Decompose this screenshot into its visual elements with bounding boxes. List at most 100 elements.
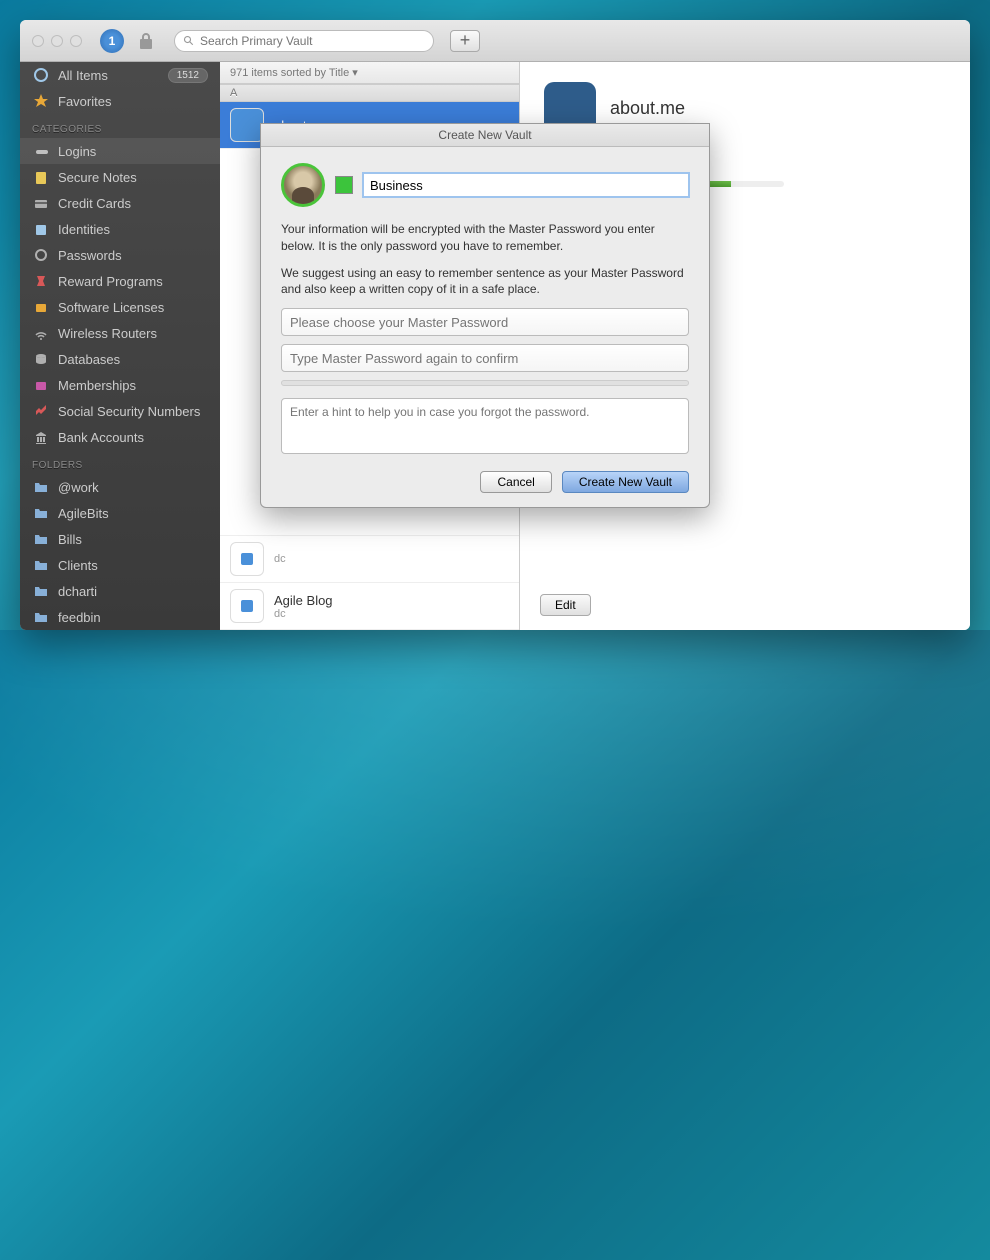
folder-icon: [32, 504, 50, 522]
pw-icon: [32, 246, 50, 264]
sidebar-label: @work: [58, 480, 208, 495]
note-icon: [32, 168, 50, 186]
sidebar-label: Software Licenses: [58, 300, 208, 315]
member-icon: [32, 376, 50, 394]
sidebar-item-all[interactable]: All Items 1512: [20, 62, 220, 88]
password-hint-input[interactable]: [281, 398, 689, 454]
sidebar-item-favorites[interactable]: Favorites: [20, 88, 220, 114]
dialog-text: Your information will be encrypted with …: [281, 221, 689, 255]
vault-avatar[interactable]: [281, 163, 325, 207]
db-icon: [32, 350, 50, 368]
minimize-dot[interactable]: [51, 35, 63, 47]
sidebar-item-software-licenses[interactable]: Software Licenses: [20, 294, 220, 320]
sidebar-folder-bills[interactable]: Bills: [20, 526, 220, 552]
vault-name-input[interactable]: [363, 173, 689, 197]
sidebar-label: Bank Accounts: [58, 430, 208, 445]
titlebar: 1 +: [20, 20, 970, 62]
detail-title: about.me: [610, 98, 685, 119]
confirm-password-input[interactable]: [281, 344, 689, 372]
sidebar-item-reward-programs[interactable]: Reward Programs: [20, 268, 220, 294]
folder-icon: [32, 478, 50, 496]
sidebar-item-bank-accounts[interactable]: Bank Accounts: [20, 424, 220, 450]
search-box[interactable]: [174, 30, 434, 52]
item-sub: dc: [274, 608, 509, 620]
zoom-dot[interactable]: [70, 35, 82, 47]
sidebar-item-logins[interactable]: Logins: [20, 138, 220, 164]
count-badge: 1512: [168, 68, 208, 83]
sidebar-label: Reward Programs: [58, 274, 208, 289]
app-icon: 1: [100, 29, 124, 53]
sidebar-label: Passwords: [58, 248, 208, 263]
sidebar-item-secure-notes[interactable]: Secure Notes: [20, 164, 220, 190]
sidebar-label: Social Security Numbers: [58, 404, 208, 419]
key-icon: [32, 142, 50, 160]
traffic-lights: [32, 35, 82, 47]
sidebar-label: Memberships: [58, 378, 208, 393]
sidebar-label: Credit Cards: [58, 196, 208, 211]
create-vault-button[interactable]: Create New Vault: [562, 471, 689, 493]
categories-header: CATEGORIES: [20, 114, 220, 138]
reward-icon: [32, 272, 50, 290]
app-window: 1 + All Items 1512 Favorites CATEGORIES …: [20, 20, 970, 630]
vault-color-picker[interactable]: [335, 176, 353, 194]
sidebar-item-databases[interactable]: Databases: [20, 346, 220, 372]
search-input[interactable]: [200, 34, 425, 48]
ssn-icon: [32, 402, 50, 420]
password-strength-meter: [281, 380, 689, 386]
id-icon: [32, 220, 50, 238]
sidebar-label: AgileBits: [58, 506, 208, 521]
edit-button[interactable]: Edit: [540, 594, 591, 616]
close-dot[interactable]: [32, 35, 44, 47]
star-icon: [32, 92, 50, 110]
list-item[interactable]: dc: [220, 535, 519, 583]
sidebar-folder-feedbin[interactable]: feedbin: [20, 604, 220, 630]
sidebar-item-identities[interactable]: Identities: [20, 216, 220, 242]
wifi-icon: [32, 324, 50, 342]
lock-icon[interactable]: [138, 32, 154, 50]
dialog-title: Create New Vault: [261, 124, 709, 147]
cancel-button[interactable]: Cancel: [480, 471, 551, 493]
sidebar-label: Wireless Routers: [58, 326, 208, 341]
item-icon: [230, 589, 264, 623]
item-icon: [230, 542, 264, 576]
sidebar-folder-agilebits[interactable]: AgileBits: [20, 500, 220, 526]
list-item[interactable]: Agile Blog dc: [220, 583, 519, 630]
folder-icon: [32, 530, 50, 548]
license-icon: [32, 298, 50, 316]
all-items-icon: [32, 66, 50, 84]
create-vault-dialog: Create New Vault Your information will b…: [260, 123, 710, 508]
item-title: Agile Blog: [274, 593, 509, 608]
sidebar-label: dcharti: [58, 584, 208, 599]
sidebar-label: Logins: [58, 144, 208, 159]
sidebar-label: Favorites: [58, 94, 208, 109]
sidebar: All Items 1512 Favorites CATEGORIES Logi…: [20, 62, 220, 630]
sidebar-label: All Items: [58, 68, 160, 83]
sidebar-item-memberships[interactable]: Memberships: [20, 372, 220, 398]
sidebar-label: Secure Notes: [58, 170, 208, 185]
add-button[interactable]: +: [450, 30, 480, 52]
sidebar-item-social-security-numbers[interactable]: Social Security Numbers: [20, 398, 220, 424]
sidebar-label: feedbin: [58, 610, 208, 625]
card-icon: [32, 194, 50, 212]
sidebar-item-passwords[interactable]: Passwords: [20, 242, 220, 268]
sidebar-label: Bills: [58, 532, 208, 547]
folder-icon: [32, 608, 50, 626]
sidebar-folder-dcharti[interactable]: dcharti: [20, 578, 220, 604]
section-letter: A: [220, 84, 519, 102]
sidebar-label: Clients: [58, 558, 208, 573]
sidebar-folder-clients[interactable]: Clients: [20, 552, 220, 578]
bank-icon: [32, 428, 50, 446]
sidebar-item-credit-cards[interactable]: Credit Cards: [20, 190, 220, 216]
item-icon: [230, 108, 264, 142]
dialog-text: We suggest using an easy to remember sen…: [281, 265, 689, 299]
sidebar-label: Identities: [58, 222, 208, 237]
search-icon: [183, 35, 195, 47]
sidebar-label: Databases: [58, 352, 208, 367]
folder-icon: [32, 556, 50, 574]
list-sort-header[interactable]: 971 items sorted by Title ▾: [220, 62, 519, 84]
item-sub: dc: [274, 553, 509, 565]
master-password-input[interactable]: [281, 308, 689, 336]
sidebar-item-wireless-routers[interactable]: Wireless Routers: [20, 320, 220, 346]
sidebar-folder--work[interactable]: @work: [20, 474, 220, 500]
folders-header: FOLDERS: [20, 450, 220, 474]
